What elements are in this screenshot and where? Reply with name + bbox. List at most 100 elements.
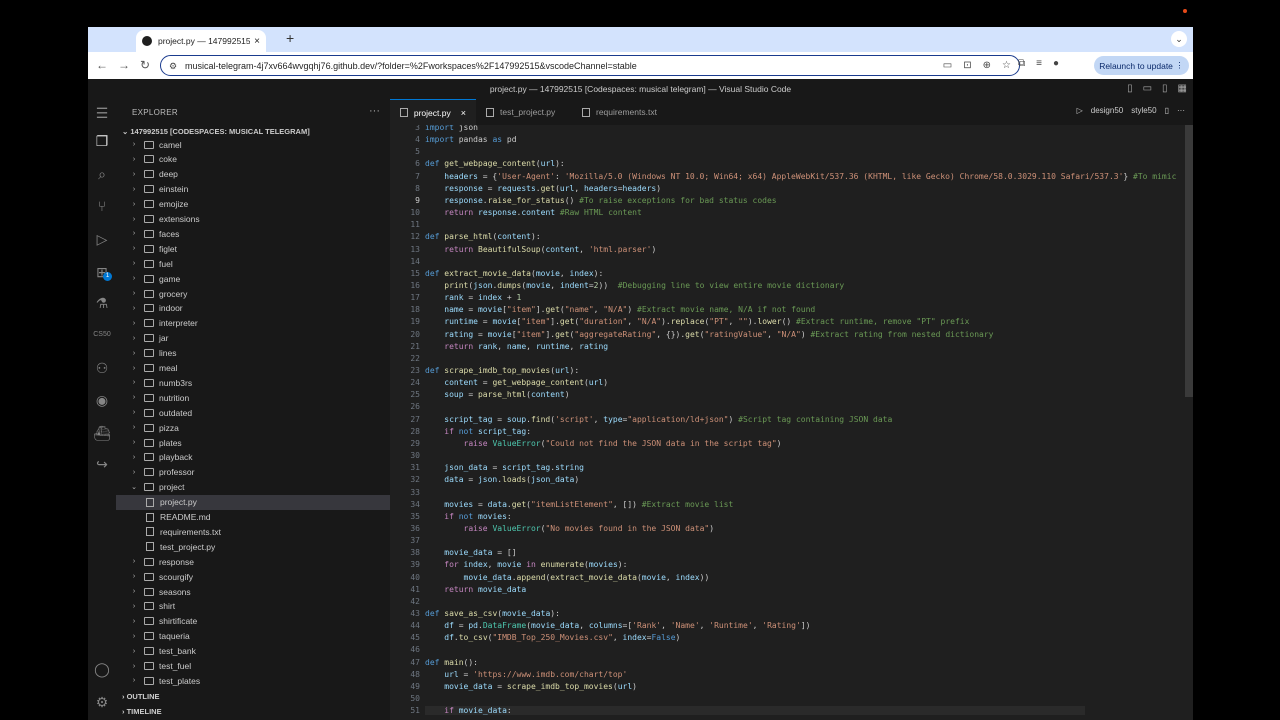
code-line[interactable]: movie_data.append(extract_movie_data(mov…	[425, 573, 710, 582]
code-line[interactable]: def extract_movie_data(movie, index):	[425, 269, 603, 278]
code-line[interactable]: if not movies:	[425, 512, 511, 521]
code-line[interactable]: def scrape_imdb_top_movies(url):	[425, 366, 579, 375]
code-line[interactable]: print(json.dumps(movie, indent=2)) #Debu…	[425, 281, 844, 290]
folder-item[interactable]: › test_fuel	[116, 659, 390, 674]
code-line[interactable]: return BeautifulSoup(content, 'html.pars…	[425, 245, 656, 254]
code-line[interactable]: json_data = script_tag.string	[425, 463, 584, 472]
browser-tab[interactable]: project.py — 147992515 [Co… ×	[136, 30, 266, 52]
folder-item[interactable]: › numb3rs	[116, 375, 390, 390]
install-app-icon[interactable]: ▭	[943, 60, 952, 71]
outline-section[interactable]: › OUTLINE	[122, 692, 160, 701]
file-item[interactable]: requirements.txt	[116, 524, 390, 539]
folder-item[interactable]: ⌄ project	[116, 480, 390, 495]
folder-item[interactable]: › game	[116, 271, 390, 286]
folder-item[interactable]: › indoor	[116, 301, 390, 316]
menu-icon[interactable]: ☰	[88, 105, 116, 122]
folder-item[interactable]: › figlet	[116, 241, 390, 256]
chevron-down-icon[interactable]: ⌄	[1171, 31, 1187, 47]
code-line[interactable]: if movie_data:	[425, 706, 1085, 716]
code-line[interactable]: runtime = movie["item"].get("duration", …	[425, 317, 969, 326]
code-line[interactable]: raise ValueError("No movies found in the…	[425, 524, 715, 533]
folder-item[interactable]: › scourgify	[116, 569, 390, 584]
reading-list-icon[interactable]: ≡	[1036, 58, 1042, 69]
timeline-section[interactable]: › TIMELINE	[122, 707, 162, 716]
code-line[interactable]: response.raise_for_status() #To raise ex…	[425, 196, 776, 205]
folder-item[interactable]: › meal	[116, 361, 390, 376]
code-line[interactable]: script_tag = soup.find('script', type="a…	[425, 415, 892, 424]
extensions-icon[interactable]: ⊞	[88, 264, 116, 281]
address-bar[interactable]: ⚙ musical-telegram-4j7xv664wvgqhj76.gith…	[160, 55, 1020, 76]
code-line[interactable]: import json	[425, 125, 478, 132]
code-editor[interactable]: 3 import json 4 import pandas as pd 5 6 def ge…	[390, 125, 1185, 720]
code-line[interactable]: content = get_webpage_content(url)	[425, 378, 608, 387]
profile-icon[interactable]: ●	[1053, 58, 1059, 69]
code-line[interactable]: data = json.loads(json_data)	[425, 475, 579, 484]
folder-item[interactable]: › pizza	[116, 420, 390, 435]
code-line[interactable]: movie_data = []	[425, 548, 516, 557]
code-line[interactable]: movie_data = scrape_imdb_top_movies(url)	[425, 682, 637, 691]
close-icon[interactable]: ×	[461, 108, 466, 118]
run-icon[interactable]: ▷	[1077, 106, 1083, 115]
workspace-root[interactable]: ⌄ 147992515 [CODESPACES: MUSICAL TELEGRA…	[122, 127, 310, 136]
folder-item[interactable]: › taqueria	[116, 629, 390, 644]
editor-tab[interactable]: test_project.py	[476, 99, 572, 125]
remote-explorer-icon[interactable]: ⚇	[88, 360, 116, 377]
cs50-icon[interactable]: CS50	[88, 331, 116, 338]
file-item[interactable]: project.py	[116, 494, 390, 510]
toggle-sidebar-icon[interactable]: ▯	[1127, 79, 1133, 99]
code-line[interactable]: name = movie["item"].get("name", "N/A") …	[425, 305, 815, 314]
folder-item[interactable]: › interpreter	[116, 316, 390, 331]
code-line[interactable]: response = requests.get(url, headers=hea…	[425, 184, 661, 193]
folder-item[interactable]: › professor	[116, 465, 390, 480]
extensions-icon[interactable]: ⧉	[1018, 58, 1025, 69]
folder-item[interactable]: › jar	[116, 331, 390, 346]
folder-item[interactable]: › grocery	[116, 286, 390, 301]
more-actions-icon[interactable]: ···	[1177, 106, 1185, 115]
code-line[interactable]: return response.content #Raw HTML conten…	[425, 208, 642, 217]
code-line[interactable]: def parse_html(content):	[425, 232, 541, 241]
folder-item[interactable]: › test_plates	[116, 673, 390, 688]
code-line[interactable]: url = 'https://www.imdb.com/chart/top'	[425, 670, 627, 679]
folder-item[interactable]: › fuel	[116, 256, 390, 271]
site-info-icon[interactable]: ⚙	[167, 60, 179, 72]
folder-item[interactable]: › extensions	[116, 212, 390, 227]
code-line[interactable]: for index, movie in enumerate(movies):	[425, 560, 627, 569]
forward-icon[interactable]: →	[118, 58, 130, 72]
folder-item[interactable]: › lines	[116, 346, 390, 361]
close-icon[interactable]: ×	[254, 36, 260, 47]
code-line[interactable]: movies = data.get("itemListElement", [])…	[425, 500, 733, 509]
explorer-icon[interactable]: ❐	[88, 133, 116, 150]
folder-item[interactable]: › shirt	[116, 599, 390, 614]
file-item[interactable]: test_project.py	[116, 539, 390, 554]
folder-item[interactable]: › camel	[116, 137, 390, 152]
folder-item[interactable]: › plates	[116, 435, 390, 450]
folder-item[interactable]: › shirtificate	[116, 614, 390, 629]
relaunch-button[interactable]: Relaunch to update ⋮	[1094, 56, 1189, 75]
bookmark-star-icon[interactable]: ☆	[1002, 60, 1011, 71]
code-line[interactable]: df.to_csv("IMDB_Top_250_Movies.csv", ind…	[425, 633, 680, 642]
run-debug-icon[interactable]: ▷	[88, 231, 116, 248]
vertical-scrollbar[interactable]	[1185, 125, 1193, 397]
style50-button[interactable]: style50	[1131, 106, 1156, 115]
code-line[interactable]: import pandas as pd	[425, 135, 517, 144]
source-control-icon[interactable]: ⑂	[88, 198, 116, 214]
folder-item[interactable]: › nutrition	[116, 390, 390, 405]
folder-item[interactable]: › response	[116, 554, 390, 569]
reload-icon[interactable]: ↻	[140, 58, 150, 72]
code-line[interactable]: return rank, name, runtime, rating	[425, 342, 608, 351]
folder-item[interactable]: › einstein	[116, 182, 390, 197]
customize-layout-icon[interactable]: ▦	[1178, 79, 1187, 99]
zoom-icon[interactable]: ⊕	[983, 60, 991, 71]
code-line[interactable]: rank = index + 1	[425, 293, 521, 302]
back-icon[interactable]: ←	[96, 58, 108, 72]
account-icon[interactable]: ◯	[88, 661, 116, 678]
share-icon[interactable]: ↪	[88, 456, 116, 473]
toggle-secondary-icon[interactable]: ▯	[1162, 79, 1168, 99]
folder-item[interactable]: › outdated	[116, 405, 390, 420]
code-line[interactable]: rating = movie["item"].get("aggregateRat…	[425, 330, 993, 339]
cast-icon[interactable]: ⊡	[963, 60, 971, 71]
more-actions-icon[interactable]: ···	[369, 105, 380, 117]
code-line[interactable]: df = pd.DataFrame(movie_data, columns=['…	[425, 621, 810, 630]
folder-item[interactable]: › coke	[116, 152, 390, 167]
editor-tab[interactable]: project.py ×	[390, 99, 476, 125]
